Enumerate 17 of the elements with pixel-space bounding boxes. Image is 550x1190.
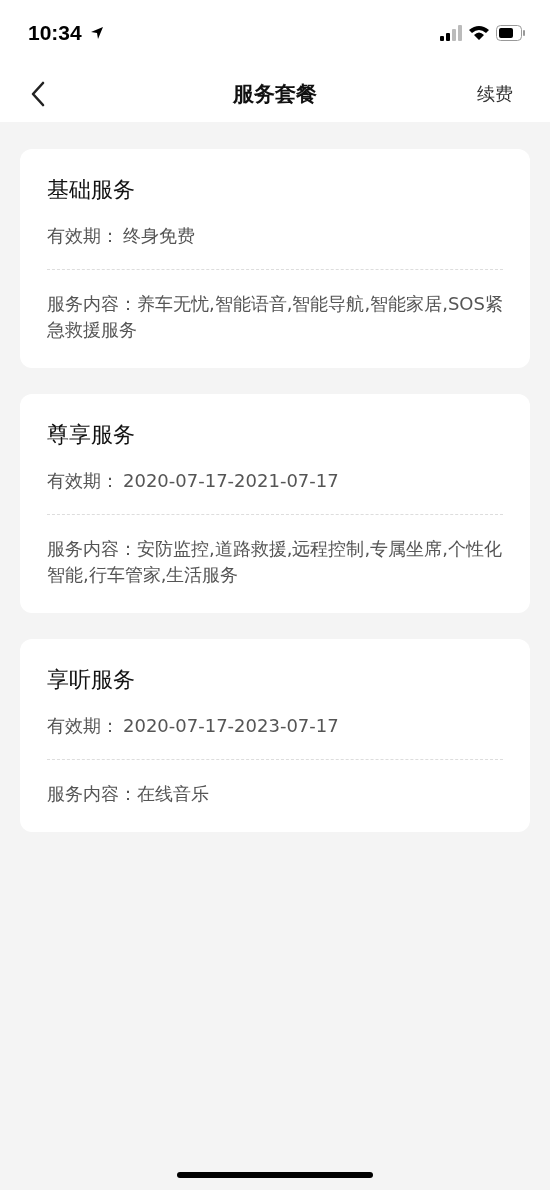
validity-text: 有效期： 2020-07-17-2023-07-17 (47, 714, 340, 738)
service-title: 享听服务 (47, 666, 136, 694)
validity-text: 有效期： 2020-07-17-2021-07-17 (47, 469, 340, 493)
status-time: 10:34 (28, 21, 82, 45)
content-text: 服务内容：在线音乐 (47, 782, 210, 806)
location-arrow-icon (89, 26, 104, 40)
content-text: 服务内容：安防监控,道路救援,远程控制,专属坐席,个性化智能,行车管家,生活服务 (47, 537, 503, 587)
battery-icon (496, 25, 526, 41)
content-text: 服务内容：养车无忧,智能语音,智能导航,智能家居,SOS紧急救援服务 (47, 292, 503, 342)
service-title: 基础服务 (47, 176, 136, 204)
renew-button[interactable]: 续费 (470, 82, 520, 106)
service-title: 尊享服务 (47, 421, 136, 449)
page-title: 服务套餐 (231, 81, 318, 108)
wifi-icon (468, 25, 490, 41)
back-icon[interactable] (30, 81, 46, 107)
signal-icon (440, 25, 462, 41)
validity-text: 有效期： 终身免费 (47, 224, 196, 248)
